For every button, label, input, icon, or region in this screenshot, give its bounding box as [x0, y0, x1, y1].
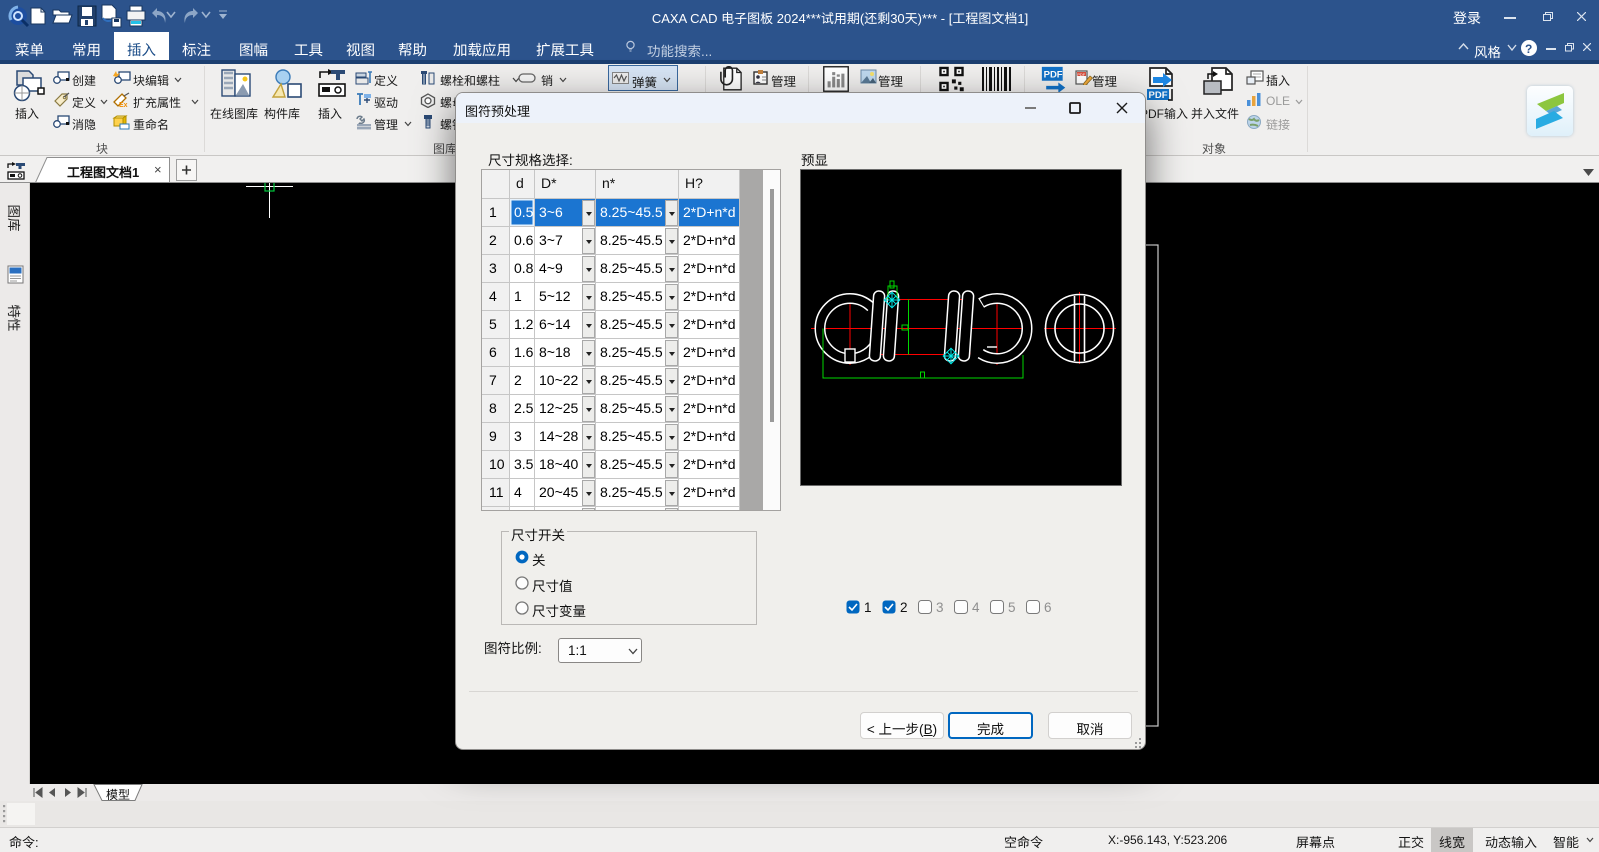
svg-text:PDF: PDF	[1044, 69, 1063, 80]
svg-text:PDF: PDF	[1077, 72, 1086, 77]
svg-text:PDF: PDF	[1149, 90, 1168, 101]
svg-text:Ex: Ex	[119, 102, 128, 108]
